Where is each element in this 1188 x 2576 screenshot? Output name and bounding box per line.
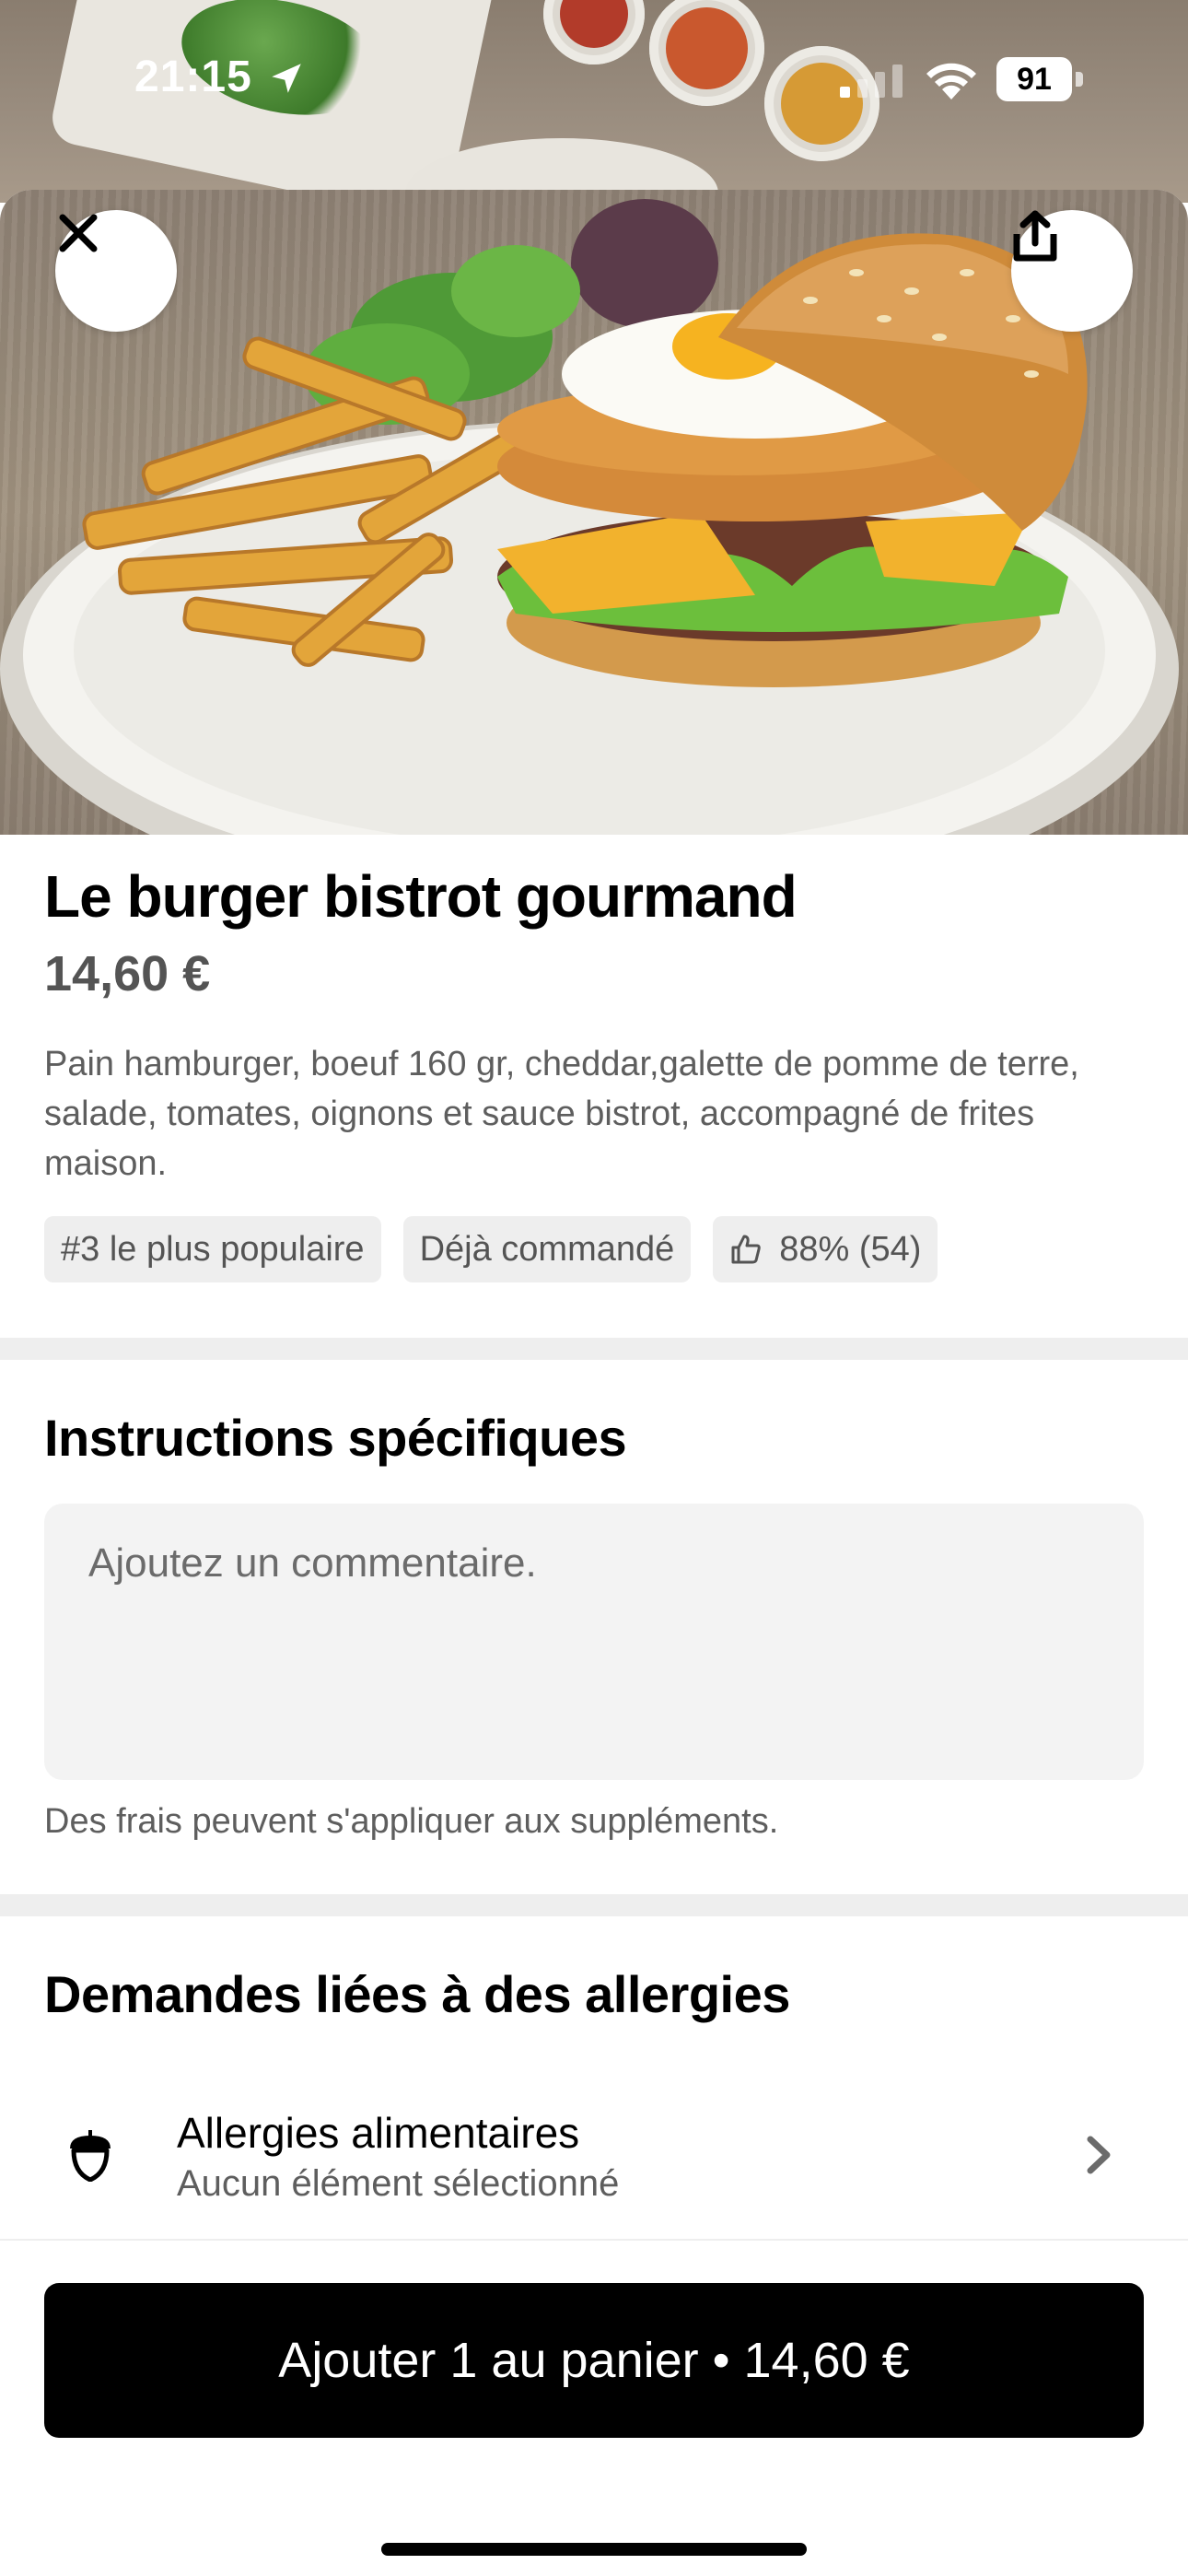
share-button[interactable]	[1011, 210, 1133, 332]
home-indicator	[381, 2543, 807, 2556]
location-arrow-icon	[272, 64, 301, 93]
share-icon	[1013, 210, 1057, 262]
item-price: 14,60 €	[44, 946, 211, 1001]
item-photo	[0, 190, 1188, 835]
chevron-right-icon	[1087, 2136, 1111, 2174]
instructions-title: Instructions spécifiques	[44, 1409, 627, 1467]
status-time: 21:15	[134, 53, 252, 101]
item-tags: #3 le plus populaire Déjà commandé 88% (…	[44, 1216, 938, 1282]
cellular-signal-icon	[840, 64, 903, 98]
add-to-cart-button[interactable]: Ajouter 1 au panier • 14,60 €	[44, 2283, 1144, 2438]
allergies-row[interactable]: Allergies alimentaires Aucun élément sél…	[0, 2091, 1188, 2220]
section-divider	[0, 1894, 1188, 1916]
comment-input[interactable]	[44, 1504, 1144, 1780]
thumbs-up-icon	[731, 1235, 762, 1264]
allergies-row-subtitle: Aucun élément sélectionné	[177, 2163, 620, 2204]
fees-note: Des frais peuvent s'appliquer aux supplé…	[44, 1802, 779, 1841]
item-title: Le burger bistrot gourmand	[44, 863, 798, 930]
acorn-icon	[70, 2130, 111, 2182]
allergies-row-title: Allergies alimentaires	[177, 2109, 580, 2157]
status-bar: 21:15 91	[0, 0, 1188, 157]
tag-already-ordered: Déjà commandé	[402, 1216, 692, 1282]
battery-level: 91	[996, 57, 1072, 101]
screen: 21:15 91 Le burger bistrot gourmand 14,6…	[0, 0, 1188, 2576]
item-description: Pain hamburger, boeuf 160 gr, cheddar,ga…	[44, 1045, 1079, 1183]
close-icon	[59, 214, 98, 252]
close-button[interactable]	[55, 210, 177, 332]
battery-icon: 91	[996, 57, 1085, 101]
allergies-title: Demandes liées à des allergies	[44, 1965, 790, 2023]
tag-popularity: #3 le plus populaire	[44, 1216, 381, 1282]
tag-rating: 88% (54)	[713, 1216, 938, 1282]
section-divider	[0, 1338, 1188, 1360]
wifi-icon	[926, 63, 976, 100]
